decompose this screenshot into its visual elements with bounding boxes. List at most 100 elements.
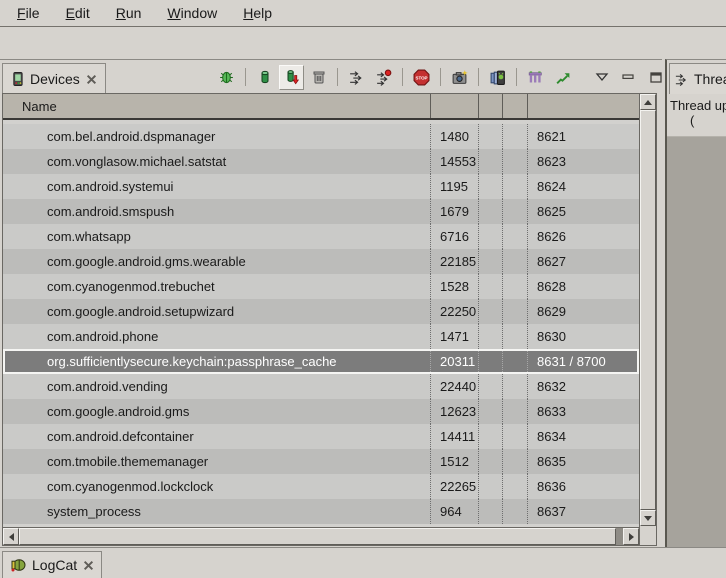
process-port: 8627: [528, 249, 639, 274]
scroll-left-button[interactable]: [3, 528, 19, 545]
process-port: 8628: [528, 274, 639, 299]
process-pid: 1528: [431, 274, 479, 299]
process-port: 8629: [528, 299, 639, 324]
process-port: 8630: [528, 324, 639, 349]
toolbar-separator: [440, 68, 441, 86]
menu-help[interactable]: Help: [230, 1, 285, 25]
process-port: 8621: [528, 124, 639, 149]
scroll-down-button[interactable]: [640, 510, 656, 526]
process-port: 8634: [528, 424, 639, 449]
table-row[interactable]: com.google.android.gms.wearable22185 8627: [3, 249, 639, 274]
empty-cell: [503, 249, 528, 274]
view-menu-icon[interactable]: [589, 65, 614, 90]
cause-gc-icon[interactable]: [306, 65, 331, 90]
horizontal-scroll-trough[interactable]: [616, 528, 623, 545]
table-row[interactable]: com.android.smspush16798625: [3, 199, 639, 224]
devices-toolbar: STOP: [213, 62, 669, 92]
screen-capture-icon[interactable]: [447, 65, 472, 90]
horizontal-scroll-thumb[interactable]: [19, 528, 616, 545]
update-threads-icon[interactable]: [344, 65, 369, 90]
debug-process-icon[interactable]: [214, 65, 239, 90]
process-port: 8632: [528, 374, 639, 399]
process-name: com.whatsapp: [3, 224, 431, 249]
column-header-empty1[interactable]: [479, 94, 503, 118]
table-row[interactable]: com.cyanogenmod.lockclock222658636: [3, 474, 639, 499]
column-header-name[interactable]: Name: [3, 94, 431, 118]
table-row[interactable]: com.android.systemui11958624: [3, 174, 639, 199]
stop-process-icon[interactable]: STOP: [409, 65, 434, 90]
process-pid: 1471: [431, 324, 479, 349]
horizontal-scrollbar[interactable]: [3, 527, 639, 545]
empty-cell: [479, 351, 503, 372]
process-pid: 22185: [431, 249, 479, 274]
process-port: 8624: [528, 174, 639, 199]
update-heap-icon[interactable]: [252, 65, 277, 90]
table-row[interactable]: com.android.phone1471 8630: [3, 324, 639, 349]
process-port: 8633: [528, 399, 639, 424]
frames-icon[interactable]: [485, 65, 510, 90]
close-icon[interactable]: [83, 560, 94, 571]
empty-cell: [479, 124, 503, 149]
close-icon[interactable]: [86, 74, 97, 85]
table-row[interactable]: com.google.android.setupwizard222508629: [3, 299, 639, 324]
table-row[interactable]: com.android.vending224408632: [3, 374, 639, 399]
scroll-right-button[interactable]: [623, 528, 639, 545]
threads-empty-area: [667, 136, 726, 547]
tab-devices[interactable]: Devices: [2, 63, 106, 94]
menu-file[interactable]: File: [4, 1, 53, 25]
tab-threads[interactable]: Threads: [669, 63, 726, 94]
table-row[interactable]: com.bel.android.dspmanager14808621: [3, 124, 639, 149]
process-name: com.android.phone: [3, 324, 431, 349]
hierarchy-view-icon[interactable]: [523, 65, 548, 90]
process-name: com.android.smspush: [3, 199, 431, 224]
column-header-port[interactable]: [528, 94, 639, 118]
empty-cell: [503, 374, 528, 399]
process-name: com.vonglasow.michael.satstat: [3, 149, 431, 174]
empty-cell: [503, 399, 528, 424]
logcat-icon: [10, 557, 26, 573]
process-pid: 14411: [431, 424, 479, 449]
empty-cell: [503, 424, 528, 449]
threads-pane: Threads Thread up (: [665, 59, 726, 547]
process-name: system_process: [3, 499, 431, 524]
table-row[interactable]: com.cyanogenmod.trebuchet15288628: [3, 274, 639, 299]
table-row[interactable]: system_process9648637: [3, 499, 639, 524]
minimize-icon[interactable]: [616, 65, 641, 90]
process-pid: 22265: [431, 474, 479, 499]
empty-cell: [479, 199, 503, 224]
start-profiling-icon[interactable]: [371, 65, 396, 90]
column-header-pid[interactable]: [431, 94, 479, 118]
process-name: com.cyanogenmod.lockclock: [3, 474, 431, 499]
table-row[interactable]: org.sufficientlysecure.keychain:passphra…: [3, 349, 639, 374]
threads-message-line2: (: [667, 113, 726, 128]
tab-threads-label: Threads: [694, 71, 726, 87]
menu-edit[interactable]: Edit: [53, 1, 103, 25]
process-name: com.tmobile.thememanager: [3, 449, 431, 474]
svg-text:STOP: STOP: [415, 75, 427, 80]
column-header-empty2[interactable]: [503, 94, 528, 118]
process-pid: 12623: [431, 399, 479, 424]
table-header: Name: [3, 94, 639, 120]
table-row[interactable]: com.whatsapp67168626: [3, 224, 639, 249]
menu-run[interactable]: Run: [103, 1, 155, 25]
process-pid: 964: [431, 499, 479, 524]
scroll-up-button[interactable]: [640, 94, 656, 110]
pixel-perfect-icon[interactable]: [550, 65, 575, 90]
table-row[interactable]: com.tmobile.thememanager15128635: [3, 449, 639, 474]
process-name: com.google.android.gms.wearable: [3, 249, 431, 274]
toolbar-separator: [478, 68, 479, 86]
empty-cell: [479, 424, 503, 449]
tab-logcat-label: LogCat: [32, 557, 77, 573]
toolbar-separator: [402, 68, 403, 86]
vertical-scrollbar[interactable]: [639, 94, 656, 545]
process-name: org.sufficientlysecure.keychain:passphra…: [5, 351, 431, 372]
table-row[interactable]: com.google.android.gms126238633: [3, 399, 639, 424]
vertical-scroll-thumb[interactable]: [640, 110, 656, 510]
tab-logcat[interactable]: LogCat: [2, 551, 102, 578]
table-row[interactable]: com.android.defcontainer144118634: [3, 424, 639, 449]
device-phone-icon: [11, 71, 24, 87]
threads-message: Thread up (: [667, 94, 726, 136]
dump-hprof-icon[interactable]: [279, 65, 304, 90]
menu-window[interactable]: Window: [154, 1, 230, 25]
table-row[interactable]: com.vonglasow.michael.satstat145538623: [3, 149, 639, 174]
